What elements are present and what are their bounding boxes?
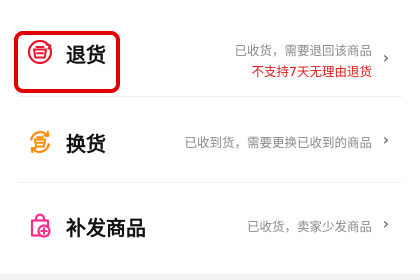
chevron-right-icon: › — [382, 130, 390, 149]
option-title: 补发商品 — [66, 216, 146, 240]
option-reship[interactable]: 补发商品 已收货，卖家少发商品 › — [0, 184, 420, 272]
option-title: 换货 — [66, 132, 106, 156]
reship-bag-icon — [26, 212, 54, 240]
divider — [18, 182, 402, 183]
exchange-box-icon — [26, 128, 54, 156]
option-description: 已收货，卖家少发商品 — [247, 216, 372, 235]
after-sales-options-card: 退货 已收货，需要退回该商品 不支持7天无理由退货 › 换货 已收到货，需要更换… — [0, 0, 420, 274]
option-return[interactable]: 退货 已收货，需要退回该商品 不支持7天无理由退货 › — [0, 6, 420, 94]
option-exchange[interactable]: 换货 已收到货，需要更换已收到的商品 › — [0, 98, 420, 186]
option-title: 退货 — [66, 43, 106, 67]
option-description: 已收货，需要退回该商品 不支持7天无理由退货 — [234, 40, 372, 80]
return-box-icon — [26, 38, 54, 66]
option-desc-line1: 已收到货，需要更换已收到的商品 — [184, 135, 372, 150]
chevron-right-icon: › — [382, 48, 390, 67]
option-desc-line1: 已收货，卖家少发商品 — [246, 219, 372, 234]
option-description: 已收到货，需要更换已收到的商品 — [184, 132, 372, 151]
option-desc-warning: 不支持7天无理由退货 — [251, 64, 372, 79]
divider — [18, 96, 402, 97]
chevron-right-icon: › — [382, 214, 390, 233]
option-desc-line1: 已收货，需要退回该商品 — [234, 43, 372, 58]
